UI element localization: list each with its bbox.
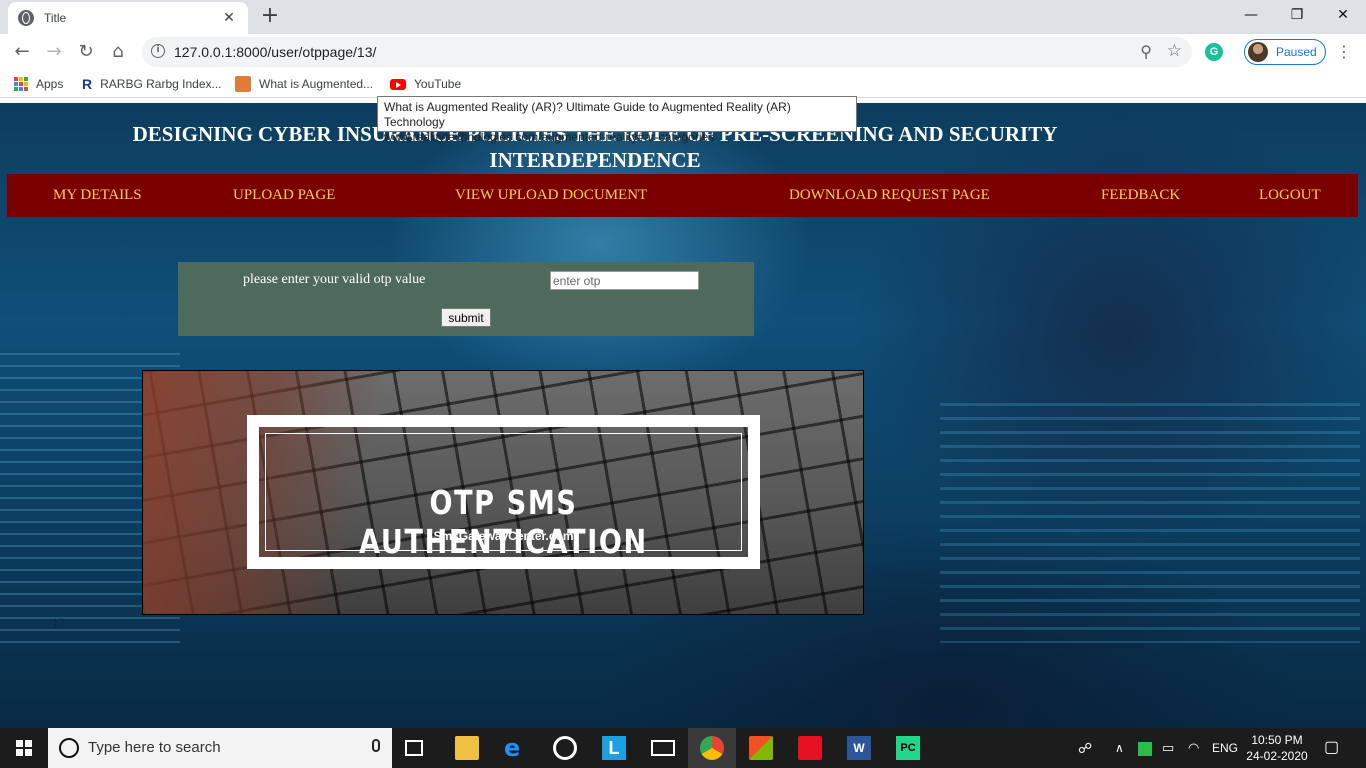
lync-app-icon[interactable]: L (602, 736, 626, 760)
start-button[interactable] (0, 728, 48, 768)
windows-logo-icon (16, 740, 32, 756)
banner-frame: OTP SMS AUTHENTICATION SmsGatewayCenter.… (247, 415, 760, 569)
bookmarks-bar: Apps R RARBG Rarbg Index... What is Augm… (0, 70, 1366, 98)
tray-app-icon[interactable] (1138, 728, 1154, 768)
home-icon[interactable]: ⌂ (104, 38, 132, 66)
notification-icon[interactable]: ▢ (1324, 728, 1339, 768)
word-icon[interactable]: W (847, 736, 871, 760)
office-app-icon[interactable] (798, 736, 822, 760)
otp-banner-image: OTP SMS AUTHENTICATION SmsGatewayCenter.… (142, 370, 864, 615)
otp-label: please enter your valid otp value (243, 272, 426, 287)
bookmark-label: Apps (36, 77, 64, 91)
tooltip-title: What is Augmented Reality (AR)? Ultimate… (384, 100, 791, 129)
otp-input[interactable] (550, 271, 699, 290)
tab-close-icon[interactable]: ✕ (220, 10, 238, 26)
store-icon[interactable] (749, 736, 773, 760)
bookmark-rarbg[interactable]: R RARBG Rarbg Index... (82, 70, 222, 98)
profile-button[interactable]: Paused (1244, 39, 1326, 65)
cortana-icon (59, 738, 79, 758)
page-number: 13 (52, 615, 65, 630)
bookmark-augmented[interactable]: What is Augmented... (235, 70, 373, 98)
reload-icon[interactable]: ↻ (72, 38, 100, 66)
nav-download-request-page[interactable]: DOWNLOAD REQUEST PAGE (789, 174, 990, 217)
avatar (1248, 42, 1268, 62)
taskbar-search[interactable]: Type here to search (48, 728, 392, 768)
tooltip-url: www.realitytechnologies.com/augmented-re… (384, 130, 715, 144)
apps-grid-icon (14, 77, 28, 91)
battery-icon[interactable]: ▭ (1162, 728, 1174, 768)
system-clock[interactable]: 10:50 PM 24-02-2020 (1242, 732, 1312, 764)
minimize-button[interactable]: — (1228, 0, 1274, 30)
restore-button[interactable]: ❐ (1274, 0, 1320, 30)
banner-subtitle: SmsGatewayCenter.com (433, 529, 574, 543)
windows-taskbar: Type here to search e L W PC ☍ ∧ ▭ ◠ ENG… (0, 728, 1366, 768)
forward-arrow-icon[interactable]: → (40, 38, 68, 66)
augmented-reality-icon (235, 76, 251, 92)
youtube-icon (390, 78, 406, 90)
nav-my-details[interactable]: MY DETAILS (53, 174, 142, 217)
bookmark-label: YouTube (414, 77, 462, 91)
edge-browser-icon[interactable]: e (504, 736, 528, 760)
url-text[interactable]: 127.0.0.1:8000/user/otppage/13/ (174, 37, 376, 67)
task-view-icon[interactable] (405, 740, 423, 756)
tab-strip: Title ✕ + — ❐ ✕ (0, 0, 1366, 34)
window-close-button[interactable]: ✕ (1320, 0, 1366, 30)
language-indicator[interactable]: ENG (1212, 728, 1238, 768)
globe-icon (18, 10, 34, 26)
address-bar[interactable]: i 127.0.0.1:8000/user/otppage/13/ ⚲ ☆ (142, 37, 1192, 67)
browser-toolbar: ← → ↻ ⌂ i 127.0.0.1:8000/user/otppage/13… (0, 34, 1366, 70)
search-placeholder: Type here to search (88, 739, 221, 756)
rarbg-icon: R (82, 76, 93, 92)
grammarly-extension-icon[interactable]: G (1205, 43, 1223, 61)
tab-title: Title (44, 11, 67, 25)
bookmark-label: What is Augmented... (259, 77, 374, 91)
microphone-icon[interactable] (372, 739, 380, 752)
nav-logout[interactable]: LOGOUT (1259, 174, 1321, 217)
nav-upload-page[interactable]: UPLOAD PAGE (233, 174, 335, 217)
page-viewport: DESIGNING CYBER INSURANCE POLICIES THE R… (0, 103, 1366, 728)
bookmark-youtube[interactable]: YouTube (390, 70, 461, 98)
wifi-icon[interactable]: ◠ (1188, 728, 1199, 768)
more-menu-icon[interactable]: ⋮ (1336, 42, 1352, 61)
chevron-up-icon[interactable]: ∧ (1115, 728, 1124, 768)
clock-time: 10:50 PM (1251, 733, 1303, 747)
main-navbar: MY DETAILS UPLOAD PAGE VIEW UPLOAD DOCUM… (7, 174, 1358, 217)
profile-status: Paused (1276, 45, 1317, 59)
bookmark-tooltip: What is Augmented Reality (AR)? Ultimate… (377, 96, 857, 144)
browser-tab[interactable]: Title ✕ (8, 2, 248, 34)
new-tab-button[interactable]: + (258, 4, 282, 28)
chrome-icon[interactable] (700, 736, 724, 760)
pycharm-icon[interactable]: PC (896, 736, 920, 760)
nav-feedback[interactable]: FEEDBACK (1101, 174, 1180, 217)
nav-view-upload-document[interactable]: VIEW UPLOAD DOCUMENT (455, 174, 647, 217)
people-icon[interactable]: ☍ (1078, 728, 1092, 768)
background-code-decoration (940, 403, 1360, 643)
clock-date: 24-02-2020 (1246, 749, 1308, 763)
back-arrow-icon[interactable]: ← (8, 38, 36, 66)
bookmark-label: RARBG Rarbg Index... (100, 77, 222, 91)
site-info-icon[interactable]: i (151, 44, 165, 58)
submit-button[interactable]: submit (441, 308, 491, 327)
file-explorer-icon[interactable] (455, 736, 479, 760)
zoom-icon[interactable]: ⚲ (1140, 42, 1152, 61)
otp-form: please enter your valid otp value submit (178, 262, 754, 336)
bookmark-apps[interactable]: Apps (14, 70, 63, 98)
mail-icon[interactable] (651, 740, 675, 756)
media-app-icon[interactable] (553, 736, 577, 760)
banner-title: OTP SMS AUTHENTICATION (359, 483, 648, 561)
bookmark-star-icon[interactable]: ☆ (1167, 41, 1182, 61)
